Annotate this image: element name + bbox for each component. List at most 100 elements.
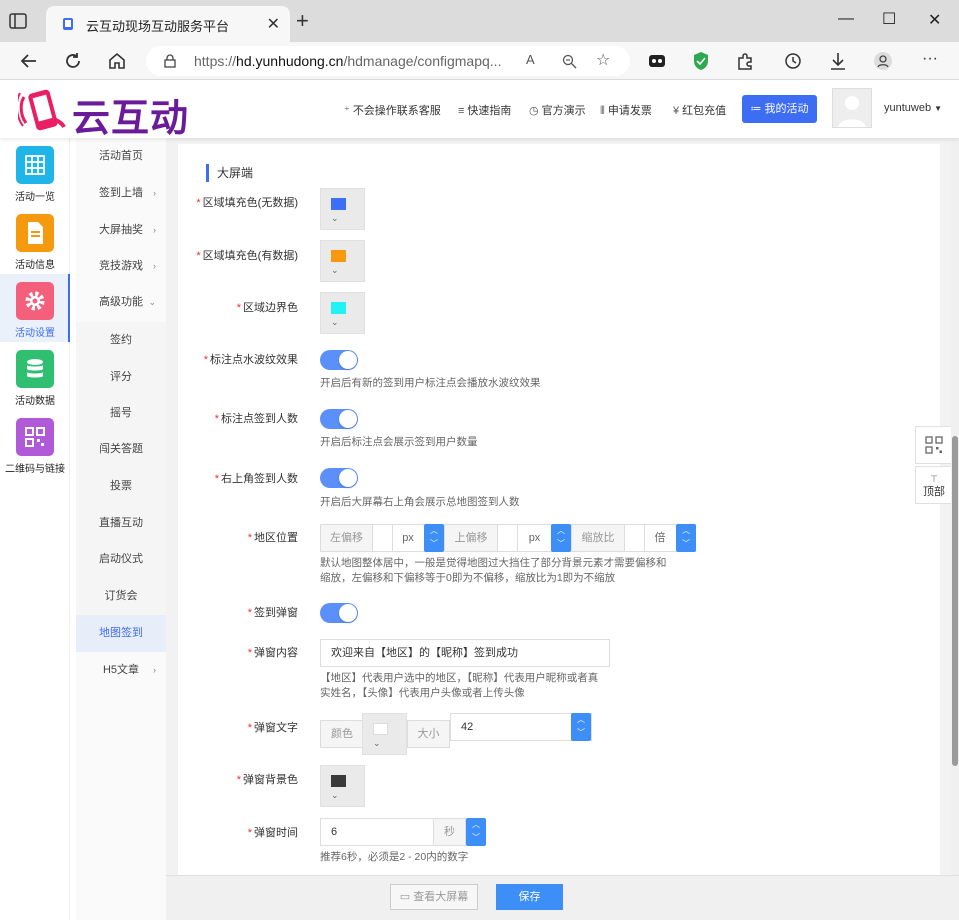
sidebar-item-settings[interactable]: 活动设置 bbox=[0, 274, 70, 342]
chevron-up-icon: ︿ bbox=[557, 526, 565, 535]
color-swatch bbox=[331, 250, 346, 262]
history-icon[interactable] bbox=[782, 50, 804, 72]
username: yuntuweb bbox=[884, 102, 932, 114]
nav-invoice[interactable]: ⦀ 申请发票 bbox=[600, 102, 652, 118]
popup-content-input[interactable]: 欢迎来自【地区】的【昵称】签到成功 bbox=[320, 639, 610, 667]
submenu-item-lottery[interactable]: 大屏抽奖 › bbox=[76, 212, 166, 249]
corner-count-toggle[interactable] bbox=[320, 468, 358, 488]
point-count-hint: 开启后标注点会展示签到用户数量 bbox=[320, 436, 478, 448]
top-offset-unit: px bbox=[528, 532, 541, 544]
chevron-right-icon: › bbox=[153, 225, 156, 235]
view-big-screen-button[interactable]: ▭ 查看大屏幕 bbox=[390, 884, 478, 910]
user-menu[interactable]: yuntuweb ▼ bbox=[884, 102, 942, 114]
scale-input[interactable] bbox=[626, 525, 645, 551]
window-close-icon[interactable]: ✕ bbox=[928, 10, 941, 30]
submenu-item-sign[interactable]: 签约 bbox=[76, 322, 166, 359]
popup-toggle[interactable] bbox=[320, 603, 358, 623]
logo-text: 云互动 bbox=[72, 96, 190, 140]
zoom-icon[interactable] bbox=[562, 54, 577, 69]
ripple-toggle[interactable] bbox=[320, 350, 358, 370]
tab-close-icon[interactable]: ✕ bbox=[267, 14, 280, 34]
sidebar-item-qrcode[interactable]: 二维码与链接 bbox=[0, 410, 70, 478]
chevron-down-icon: ﹀ bbox=[577, 728, 585, 737]
chevron-up-icon: ︿ bbox=[472, 820, 480, 829]
top-offset-stepper[interactable]: ︿ ﹀ bbox=[551, 524, 571, 552]
submenu-label: 启动仪式 bbox=[99, 553, 143, 565]
my-activity-button[interactable]: ≔ 我的活动 bbox=[742, 95, 817, 123]
arrow-up-icon: ⊤ bbox=[930, 474, 938, 484]
submenu-item-quiz[interactable]: 闯关答题 bbox=[76, 431, 166, 468]
shield-icon[interactable] bbox=[690, 50, 712, 72]
fill-has-data-text: 区域填充色(有数据) bbox=[202, 250, 298, 262]
address-bar[interactable]: https://hd.yunhudong.cn/hdmanage/configm… bbox=[146, 46, 630, 76]
popup-time-hint: 推荐6秒，必须是2 - 20内的数字 bbox=[320, 851, 469, 863]
extension-tile-icon[interactable] bbox=[646, 50, 668, 72]
scrollbar[interactable] bbox=[951, 138, 959, 875]
extensions-puzzle-icon[interactable] bbox=[734, 50, 756, 72]
popup-bg-color-picker[interactable]: ⌄ bbox=[320, 765, 365, 807]
tab-actions-icon[interactable] bbox=[8, 12, 28, 30]
nav-red-packet[interactable]: ¥ 红包充值 bbox=[673, 102, 726, 118]
url-text[interactable]: https://hd.yunhudong.cn/hdmanage/configm… bbox=[194, 53, 501, 69]
submenu-item-advanced[interactable]: 高级功能 ⌄ bbox=[76, 284, 166, 321]
submenu-item-checkin-wall[interactable]: 签到上墙 › bbox=[76, 175, 166, 212]
submenu-item-h5-article[interactable]: H5文章 › bbox=[76, 652, 166, 689]
left-offset-stepper[interactable]: ︿ ﹀ bbox=[424, 524, 444, 552]
submenu-item-vote[interactable]: 投票 bbox=[76, 468, 166, 505]
fill-no-data-color-picker[interactable]: ⌄ bbox=[320, 188, 365, 230]
nav-quick-guide[interactable]: ≡ 快速指南 bbox=[458, 102, 511, 118]
avatar[interactable] bbox=[832, 88, 872, 128]
logo[interactable]: 云互动 bbox=[18, 83, 203, 140]
top-offset-input[interactable] bbox=[499, 525, 518, 551]
scale-stepper[interactable]: ︿ ﹀ bbox=[676, 524, 696, 552]
submenu-label: 订货会 bbox=[104, 590, 138, 602]
refresh-icon[interactable] bbox=[62, 50, 84, 72]
sidebar-item-data[interactable]: 活动数据 bbox=[0, 342, 70, 410]
browser-tab[interactable]: 云互动现场互动服务平台 ✕ bbox=[46, 6, 290, 42]
favorite-star-icon[interactable]: ☆ bbox=[596, 50, 610, 70]
submenu-item-games[interactable]: 竞技游戏 › bbox=[76, 248, 166, 285]
nav-official-demo[interactable]: ◷ 官方演示 bbox=[529, 102, 586, 118]
top-offset-addon: 上偏移 bbox=[445, 525, 498, 551]
monitor-icon: ▭ bbox=[399, 891, 414, 903]
sidebar-item-overview[interactable]: 活动一览 bbox=[0, 138, 70, 206]
maximize-icon[interactable]: ☐ bbox=[882, 9, 896, 29]
corner-count-text: 右上角签到人数 bbox=[221, 473, 298, 485]
url-prefix: https:// bbox=[194, 53, 237, 69]
left-offset-input[interactable] bbox=[374, 525, 393, 551]
point-count-toggle[interactable] bbox=[320, 409, 358, 429]
download-icon[interactable] bbox=[827, 50, 849, 72]
chevron-down-icon: ⌄ bbox=[373, 738, 381, 748]
sidebar-item-info[interactable]: 活动信息 bbox=[0, 206, 70, 274]
back-to-top-button[interactable]: ⊤ 顶部 bbox=[915, 466, 953, 504]
back-icon[interactable] bbox=[18, 50, 40, 72]
submenu-item-live[interactable]: 直播互动 bbox=[76, 505, 166, 542]
border-color-picker[interactable]: ⌄ bbox=[320, 292, 365, 334]
submenu-item-draw-number[interactable]: 摇号 bbox=[76, 395, 166, 432]
submenu-item-launch-ceremony[interactable]: 启动仪式 bbox=[76, 541, 166, 578]
qrcode-float-button[interactable] bbox=[915, 426, 953, 464]
popup-time-stepper[interactable]: ︿ ﹀ bbox=[466, 818, 486, 846]
nav-redpacket-label: 红包充值 bbox=[682, 105, 727, 117]
read-aloud-icon[interactable]: A bbox=[526, 52, 535, 67]
submenu-item-rating[interactable]: 评分 bbox=[76, 359, 166, 396]
submenu-label: H5文章 bbox=[102, 664, 140, 676]
minimize-icon[interactable]: — bbox=[838, 10, 854, 28]
nav-contact-service[interactable]: ⁺ 不会操作联系客服 bbox=[344, 102, 441, 118]
new-tab-icon[interactable]: + bbox=[296, 10, 309, 32]
save-button[interactable]: 保存 bbox=[496, 884, 563, 910]
popup-text-size-stepper[interactable]: ︿ ﹀ bbox=[571, 713, 591, 741]
position-hint-line2: 缩放，左偏移和下偏移等于0即为不偏移，缩放比为1即为不缩放 bbox=[320, 572, 616, 584]
lock-icon[interactable] bbox=[164, 54, 176, 68]
popup-text-color-picker[interactable]: ⌄ bbox=[362, 713, 407, 755]
fill-has-data-color-picker[interactable]: ⌄ bbox=[320, 240, 365, 282]
home-icon[interactable] bbox=[106, 50, 128, 72]
more-menu-icon[interactable]: ··· bbox=[922, 50, 938, 68]
submenu-item-order-fair[interactable]: 订货会 bbox=[76, 578, 166, 615]
profile-icon[interactable] bbox=[872, 50, 894, 72]
submenu-item-home[interactable]: 活动首页 bbox=[76, 138, 166, 175]
nav-guide-label: 快速指南 bbox=[467, 105, 512, 117]
popup-time-input[interactable]: 6 bbox=[320, 818, 434, 846]
submenu-item-map-checkin[interactable]: 地图签到 bbox=[76, 615, 166, 652]
scroll-thumb[interactable] bbox=[952, 436, 958, 766]
